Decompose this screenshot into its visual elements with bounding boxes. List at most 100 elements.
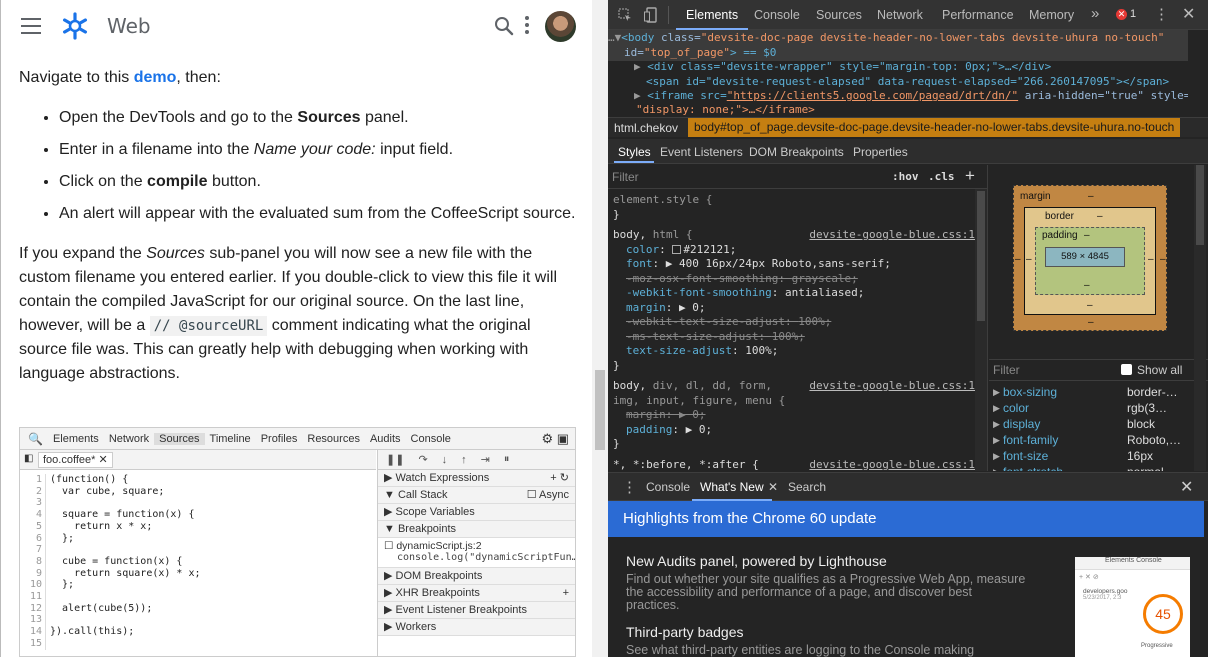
computed-scrollbar[interactable] [1194, 165, 1206, 471]
rule-body-div[interactable]: body, div, dl, dd, form, devsite-google-b… [613, 379, 975, 452]
tab-sources[interactable]: Sources [816, 8, 862, 22]
tab-elements[interactable]: Elements [686, 8, 738, 22]
line-number: 3 [35, 497, 42, 509]
page-scrollbar[interactable] [592, 0, 608, 657]
inspect-element-icon[interactable] [618, 8, 632, 22]
tab-network[interactable]: Network [877, 8, 923, 22]
scrollbar-thumb[interactable] [977, 191, 985, 321]
new-rule-plus-icon[interactable]: + [965, 166, 975, 186]
more-vert-icon[interactable]: ⋮ [1154, 5, 1169, 23]
css-declaration[interactable]: -moz-osx-font-smoothing: grayscale; [613, 272, 975, 287]
box-model-content[interactable]: 589 × 4845 [1045, 247, 1125, 267]
line-number: 11 [29, 591, 42, 603]
rule-source-link[interactable]: devsite-google-blue.css:1 [809, 228, 975, 243]
tab-search[interactable]: Search [788, 480, 826, 494]
tab-dom-breakpoints[interactable]: DOM Breakpoints [749, 145, 844, 159]
line-number: 5 [35, 520, 42, 532]
rule-source-link[interactable]: devsite-google-blue.css:1 [809, 458, 975, 472]
dom-node-body[interactable]: …▼<body class="devsite-doc-page devsite-… [608, 30, 1188, 46]
site-title[interactable]: Web [107, 14, 151, 38]
close-icon[interactable]: ✕ [1182, 4, 1195, 24]
source-code: (function() { var cube, square; square =… [50, 474, 201, 650]
pane-workers: ▶ Workers [378, 619, 575, 636]
tab-whats-new[interactable]: What's New [700, 480, 764, 494]
whats-new-item-title[interactable]: Third-party badges [626, 624, 1026, 640]
close-whats-new-icon[interactable]: ✕ [768, 480, 778, 494]
color-swatch-icon[interactable] [672, 244, 682, 254]
tab-console[interactable]: Console [754, 8, 800, 22]
rule-element-style[interactable]: element.style { } [613, 193, 975, 222]
computed-property[interactable]: ▶ display block [993, 416, 1203, 432]
cls-toggle[interactable]: .cls [928, 170, 955, 183]
computed-property[interactable]: ▶ color rgb(3… [993, 400, 1203, 416]
styles-scrollbar[interactable] [975, 189, 987, 471]
computed-property[interactable]: ▶font-stretchnormal [993, 464, 1203, 471]
hov-toggle[interactable]: :hov [892, 170, 919, 183]
dom-node-iframe-cont[interactable]: "display: none;">…</iframe> [608, 102, 1188, 118]
box-model-diagram[interactable]: margin – – – – border – – – – padding – … [1013, 185, 1167, 331]
screenshot-file-tab: foo.coffee* ✕ [38, 452, 113, 468]
computed-property[interactable]: ▶ font-family Roboto,… [993, 432, 1203, 448]
search-icon: 🔍 [28, 431, 43, 446]
avatar[interactable] [545, 11, 576, 42]
line-number: 6 [35, 532, 42, 544]
hamburger-menu-icon[interactable] [21, 18, 41, 34]
screenshot-tab: Resources [307, 432, 360, 445]
breakpoint-entry: ☐ dynamicScript.js:2 console.log("dynamic… [378, 538, 575, 568]
breadcrumb-html[interactable]: html.chekov [614, 121, 678, 135]
more-vert-icon[interactable] [523, 16, 531, 36]
whats-new-item-title[interactable]: New Audits panel, powered by Lighthouse [626, 553, 1026, 569]
css-declaration[interactable]: padding: ▶ 0; [613, 423, 975, 438]
css-declaration[interactable]: -webkit-font-smoothing: antialiased; [613, 286, 975, 301]
box-model-padding[interactable]: padding – – 589 × 4845 [1035, 227, 1145, 295]
drawer-menu-icon[interactable]: ⋮ [622, 478, 637, 496]
tab-styles[interactable]: Styles [618, 145, 651, 159]
google-developers-logo-icon[interactable] [59, 10, 91, 42]
css-declaration[interactable]: -ms-text-size-adjust: 100%; [613, 330, 975, 345]
search-icon[interactable] [493, 15, 515, 37]
css-declaration[interactable]: color: #212121; [613, 243, 975, 258]
css-declaration[interactable]: margin: ▶ 0; [613, 408, 975, 423]
computed-property[interactable]: ▶ box-sizing border-… [993, 384, 1203, 400]
rule-body-html[interactable]: body, html {devsite-google-blue.css:1 co… [613, 228, 975, 373]
css-declaration[interactable]: text-size-adjust: 100%; [613, 344, 975, 359]
whats-new-item-desc: Find out whether your site qualifies as … [626, 572, 1026, 612]
close-drawer-icon[interactable]: ✕ [1180, 477, 1193, 497]
more-tabs-icon[interactable]: » [1091, 5, 1099, 22]
screenshot-tab: Profiles [260, 432, 298, 445]
screenshot-file-tabs: ◧ foo.coffee* ✕ [20, 450, 376, 470]
line-number: 10 [29, 579, 42, 591]
line-number: 9 [35, 567, 42, 579]
show-all-checkbox[interactable]: Show all [1121, 363, 1182, 377]
dom-node-wrapper[interactable]: ▶ <div class="devsite-wrapper" style="ma… [608, 59, 1188, 75]
line-number: 12 [29, 602, 42, 614]
tab-properties[interactable]: Properties [853, 145, 908, 159]
computed-property[interactable]: ▶ font-size 16px [993, 448, 1203, 464]
css-declaration[interactable]: font: ▶ 400 16px/24px Roboto,sans-serif; [613, 257, 975, 272]
site-header: Web [1, 0, 592, 52]
rule-source-link[interactable]: devsite-google-blue.css:1 [809, 379, 975, 394]
device-toolbar-icon[interactable] [644, 7, 658, 23]
tab-memory[interactable]: Memory [1029, 8, 1074, 22]
box-model-border[interactable]: border – – – – padding – – 589 × 4845 [1024, 207, 1156, 315]
scrollbar-thumb[interactable] [595, 370, 605, 450]
tab-drawer-console[interactable]: Console [646, 480, 690, 494]
styles-filter-input[interactable] [612, 169, 862, 185]
css-declaration[interactable]: margin: ▶ 0; [613, 301, 975, 316]
dom-tree: …▼<body class="devsite-doc-page devsite-… [608, 30, 1208, 117]
css-declaration[interactable]: -webkit-text-size-adjust: 100%; [613, 315, 975, 330]
line-number: 15 [29, 637, 42, 649]
demo-link[interactable]: demo [134, 69, 177, 86]
scrollbar-thumb[interactable] [1196, 165, 1204, 245]
computed-filter-input[interactable] [993, 363, 1103, 377]
tab-event-listeners[interactable]: Event Listeners [660, 145, 743, 159]
code-line: return square(x) * x; [50, 567, 201, 579]
tab-performance[interactable]: Performance [942, 8, 1014, 22]
rule-universal[interactable]: *, *:before, *:after {devsite-google-blu… [613, 458, 975, 472]
gear-icon: ⚙ ▣ [541, 430, 569, 446]
breadcrumb-body[interactable]: body#top_of_page.devsite-doc-page.devsit… [688, 118, 1181, 137]
error-counter[interactable]: ✕ 1 [1116, 8, 1136, 20]
devtools-panel: Elements Console Sources Network Perform… [608, 0, 1208, 657]
